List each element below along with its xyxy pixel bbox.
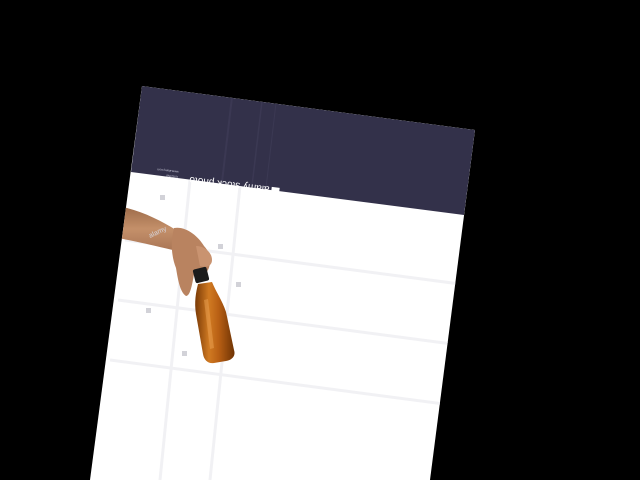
alamy-logo-icon — [270, 186, 280, 196]
tilted-stock-photo: alamy alamy stock photo G2D3N8 www.alamy… — [90, 86, 475, 480]
